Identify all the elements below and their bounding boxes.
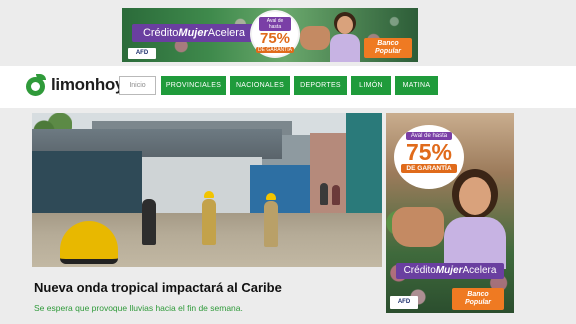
- nav-item-provinciales[interactable]: PROVINCIALES: [161, 76, 226, 95]
- ad-woman-face: [337, 16, 353, 34]
- nav-item-deportes[interactable]: DEPORTES: [294, 76, 347, 95]
- banco-popular-logo: Banco Popular: [364, 38, 412, 58]
- side-credit-prefix: Crédito: [403, 265, 436, 276]
- logo-wordmark: limonhoy: [51, 75, 125, 94]
- ad-credit-emphasis: Mujer: [178, 27, 208, 39]
- top-banner-ad[interactable]: CréditoMujerAcelera AFD Aval de hasta 75…: [122, 8, 418, 62]
- side-credit-suffix: Acelera: [462, 265, 497, 276]
- side-bank-line2: Popular: [464, 299, 492, 306]
- main-story-image[interactable]: [32, 113, 382, 267]
- hero-blue-building: [250, 165, 310, 215]
- guarantee-badge: Aval de hasta 75% DE GARANTÍA: [252, 12, 298, 56]
- nav-item-nacionales[interactable]: NACIONALES: [230, 76, 290, 95]
- ad-fist-image: [300, 26, 330, 50]
- main-story-headline[interactable]: Nueva onda tropical impactará al Caribe: [34, 280, 282, 295]
- nav-item-limon[interactable]: LIMÓN: [351, 76, 391, 95]
- hero-helmet-2: [204, 191, 214, 198]
- side-ad-credit-title: CréditoMujerAcelera: [396, 263, 504, 279]
- side-banco-popular-logo: Banco Popular: [452, 288, 504, 310]
- ad-credit-suffix: Acelera: [207, 27, 246, 39]
- hero-person-4: [320, 183, 328, 205]
- hero-person-5: [332, 185, 340, 205]
- side-credit-emphasis: Mujer: [435, 265, 463, 276]
- badge-bottom-text: DE GARANTÍA: [256, 47, 294, 53]
- side-badge-bottom-text: DE GARANTÍA: [401, 164, 457, 173]
- side-ad-woman-face: [459, 177, 491, 215]
- site-logo[interactable]: limonhoy: [26, 72, 124, 98]
- nav-item-matina[interactable]: MATINA: [395, 76, 438, 95]
- ad-woman-body: [330, 34, 360, 62]
- ad-credit-prefix: Crédito: [142, 27, 179, 39]
- main-story-summary: Se espera que provoque lluvias hacia el …: [34, 303, 243, 313]
- bank-line2: Popular: [374, 48, 402, 55]
- badge-top-text: Aval de hasta: [259, 17, 291, 31]
- nav-item-inicio[interactable]: Inicio: [119, 76, 156, 95]
- lime-logo-icon: [26, 74, 48, 96]
- side-ad-woman-image: [444, 169, 506, 269]
- side-badge-percent: 75%: [405, 139, 453, 165]
- ad-credit-title: CréditoMujerAcelera: [132, 24, 256, 42]
- side-ad-fist-image: [392, 207, 444, 247]
- side-banner-ad[interactable]: Aval de hasta 75% DE GARANTÍA CréditoMuj…: [386, 113, 514, 313]
- hero-helmet-3: [266, 193, 276, 200]
- side-guarantee-badge: Aval de hasta 75% DE GARANTÍA: [394, 125, 464, 189]
- side-ad-woman-body: [444, 217, 506, 269]
- ad-woman-image: [328, 12, 362, 62]
- badge-percent: 75%: [259, 30, 291, 47]
- hero-person-2: [202, 199, 216, 245]
- hero-person-1: [142, 199, 156, 245]
- side-bank-line1: Banco: [467, 291, 489, 298]
- afd-logo: AFD: [128, 48, 156, 59]
- bank-line1: Banco: [377, 40, 399, 47]
- side-afd-logo: AFD: [390, 296, 418, 309]
- lime-hole: [31, 82, 40, 91]
- hero-person-3: [264, 201, 278, 247]
